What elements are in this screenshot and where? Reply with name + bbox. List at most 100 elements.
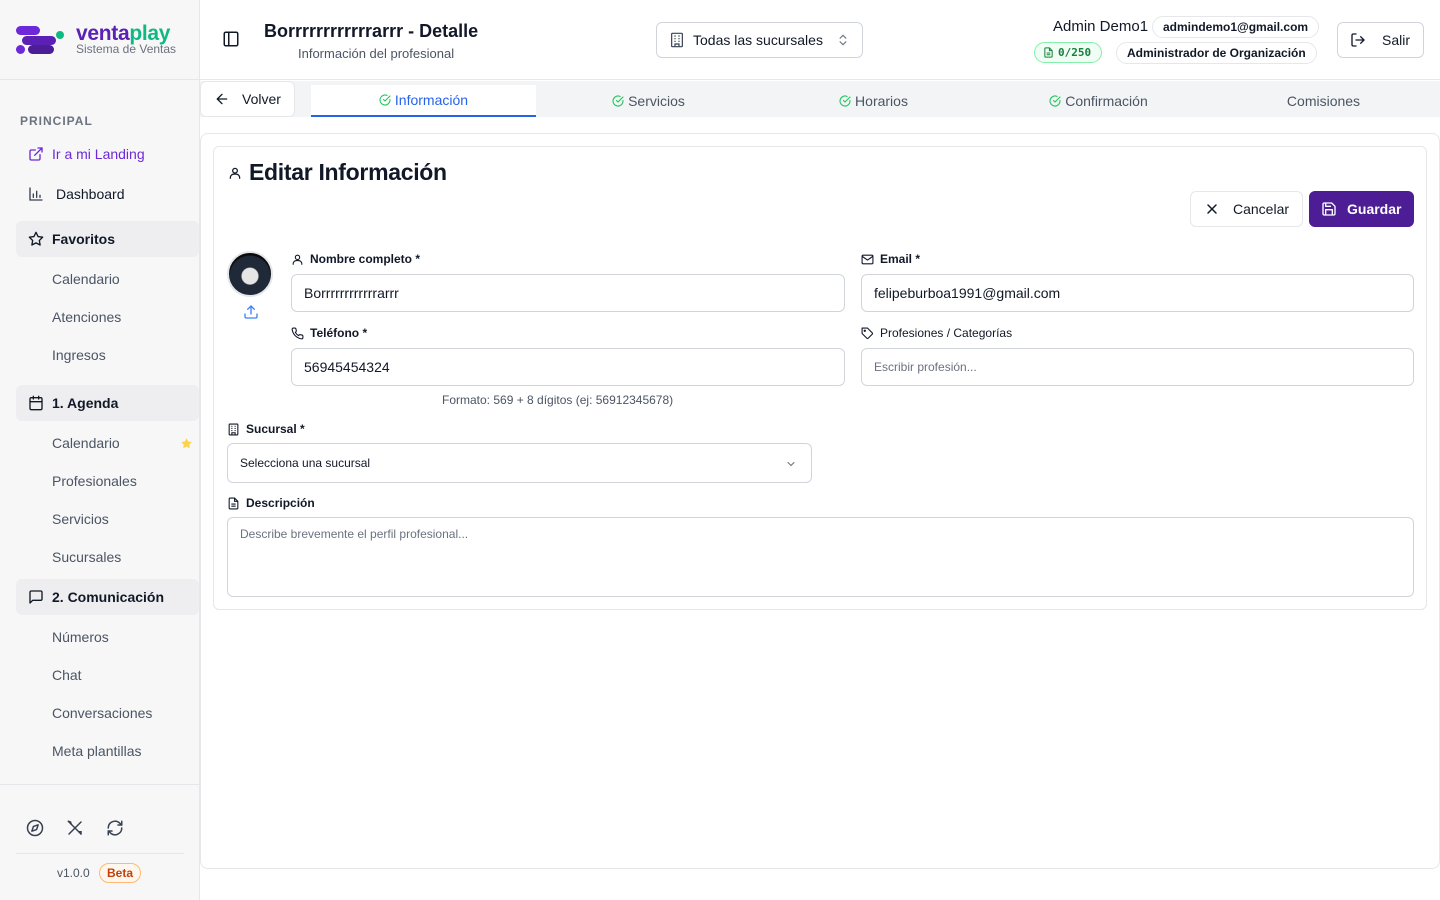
sidebar-group-label: 1. Agenda bbox=[52, 395, 119, 411]
brand-subtitle: Sistema de Ventas bbox=[76, 42, 177, 56]
compass-icon[interactable] bbox=[26, 819, 44, 837]
brand-logo-icon bbox=[16, 26, 64, 54]
external-link-icon bbox=[29, 147, 43, 161]
refresh-icon[interactable] bbox=[106, 819, 124, 837]
message-square-icon bbox=[29, 590, 43, 604]
professions-label-text: Profesiones / Categorías bbox=[880, 326, 1013, 340]
tab-comisiones[interactable]: Comisiones bbox=[1211, 85, 1436, 117]
sidebar-item-profesionales[interactable]: Profesionales bbox=[52, 473, 137, 489]
tab-servicios[interactable]: Servicios bbox=[536, 85, 761, 117]
tag-icon bbox=[861, 327, 873, 339]
save-button[interactable]: Guardar bbox=[1309, 191, 1414, 227]
phone-icon bbox=[291, 327, 304, 339]
sidebar-nav: PRINCIPAL Ir a mi Landing Dashboard Favo… bbox=[0, 100, 200, 784]
logout-button[interactable]: Salir bbox=[1337, 22, 1424, 58]
branch-label-text: Sucursal * bbox=[246, 422, 305, 436]
page-subtitle: Información del profesional bbox=[298, 46, 455, 61]
sidebar-toggle-icon[interactable] bbox=[222, 30, 240, 48]
brand-header: ventaplay Sistema de Ventas bbox=[0, 0, 200, 80]
sidebar-item-fav-ingresos[interactable]: Ingresos bbox=[52, 347, 106, 363]
cancel-label: Cancelar bbox=[1233, 201, 1290, 217]
tab-confirmacion[interactable]: Confirmación bbox=[986, 85, 1211, 117]
section-label-principal: PRINCIPAL bbox=[20, 114, 93, 128]
building-icon bbox=[671, 32, 683, 48]
beta-badge: Beta bbox=[99, 863, 142, 883]
phone-format-hint: Formato: 569 + 8 dígitos (ej: 5691234567… bbox=[442, 393, 674, 407]
sidebar-item-landing[interactable]: Ir a mi Landing bbox=[28, 146, 145, 162]
sidebar-group-comunicacion[interactable]: 2. Comunicación bbox=[16, 579, 199, 615]
sidebar-item-servicios[interactable]: Servicios bbox=[52, 511, 109, 527]
user-icon bbox=[229, 167, 241, 179]
name-field[interactable]: Borrrrrrrrrrrrarrr bbox=[291, 274, 845, 312]
description-label: Descripción bbox=[227, 496, 315, 510]
sidebar-group-favoritos[interactable]: Favoritos bbox=[16, 221, 199, 257]
save-label: Guardar bbox=[1347, 201, 1402, 217]
user-icon bbox=[292, 254, 303, 265]
check-circle-icon bbox=[839, 95, 851, 107]
tab-label: Comisiones bbox=[1286, 93, 1361, 109]
tools-icon[interactable] bbox=[66, 819, 84, 837]
branch-label: Sucursal * bbox=[227, 422, 305, 436]
tab-label: Servicios bbox=[628, 93, 685, 109]
name-label: Nombre completo * bbox=[291, 252, 420, 266]
upload-icon[interactable] bbox=[243, 304, 259, 320]
email-field[interactable]: felipeburboa1991@gmail.com bbox=[861, 274, 1414, 312]
sidebar: ventaplay Sistema de Ventas PRINCIPAL Ir… bbox=[0, 0, 200, 900]
sidebar-item-numeros[interactable]: Números bbox=[52, 629, 109, 645]
sidebar-item-label: Ir a mi Landing bbox=[52, 146, 145, 162]
version-label: v1.0.0 bbox=[57, 866, 90, 880]
tab-label: Confirmación bbox=[1065, 93, 1148, 109]
professions-input[interactable]: Escribir profesión... bbox=[861, 348, 1414, 386]
sidebar-group-agenda[interactable]: 1. Agenda bbox=[16, 385, 199, 421]
favorite-star-icon[interactable] bbox=[180, 437, 193, 450]
building-icon bbox=[228, 423, 239, 435]
sidebar-item-conversaciones[interactable]: Conversaciones bbox=[52, 705, 152, 721]
description-label-text: Descripción bbox=[246, 496, 315, 510]
branch-select[interactable]: Selecciona una sucursal bbox=[227, 443, 812, 483]
cancel-button[interactable]: Cancelar bbox=[1190, 191, 1303, 227]
file-text-icon bbox=[1044, 47, 1053, 58]
sidebar-item-fav-atenciones[interactable]: Atenciones bbox=[52, 309, 121, 325]
user-name: Admin Demo1 bbox=[1053, 18, 1149, 35]
sidebar-footer: v1.0.0 Beta bbox=[0, 784, 200, 900]
bar-chart-icon bbox=[29, 187, 43, 201]
phone-label: Teléfono * bbox=[291, 326, 367, 340]
check-circle-icon bbox=[612, 95, 624, 107]
save-icon bbox=[1322, 202, 1336, 216]
footer-divider bbox=[16, 853, 184, 854]
tab-horarios[interactable]: Horarios bbox=[761, 85, 986, 117]
check-circle-icon bbox=[1049, 95, 1061, 107]
branch-selector[interactable]: Todas las sucursales bbox=[656, 22, 863, 58]
sidebar-item-calendario[interactable]: Calendario bbox=[52, 435, 120, 451]
sidebar-group-label: Favoritos bbox=[52, 231, 116, 247]
tab-informacion[interactable]: Información bbox=[311, 85, 536, 117]
sidebar-item-fav-calendario[interactable]: Calendario bbox=[52, 271, 120, 287]
sidebar-item-label: Dashboard bbox=[56, 186, 125, 202]
credits-badge: 0/250 bbox=[1034, 42, 1103, 63]
tab-label: Información bbox=[394, 92, 469, 108]
sidebar-item-dashboard[interactable]: Dashboard bbox=[28, 186, 125, 202]
role-badge: Administrador de Organización bbox=[1116, 42, 1317, 64]
professions-label: Profesiones / Categorías bbox=[861, 326, 1012, 340]
user-email-badge: admindemo1@gmail.com bbox=[1152, 16, 1320, 38]
star-icon bbox=[28, 231, 44, 246]
sidebar-item-sucursales[interactable]: Sucursales bbox=[52, 549, 121, 565]
page-title: Borrrrrrrrrrrrarrr - Detalle bbox=[264, 21, 479, 41]
branch-select-value: Selecciona una sucursal bbox=[240, 456, 371, 470]
sidebar-group-label: 2. Comunicación bbox=[52, 589, 165, 605]
description-textarea[interactable]: Describe brevemente el perfil profesiona… bbox=[227, 517, 1414, 597]
sidebar-item-chat[interactable]: Chat bbox=[52, 667, 82, 683]
close-icon bbox=[1207, 204, 1217, 214]
arrow-left-icon bbox=[216, 93, 228, 105]
avatar bbox=[227, 251, 273, 297]
name-label-text: Nombre completo * bbox=[310, 252, 421, 266]
email-label: Email * bbox=[861, 252, 920, 266]
back-label: Volver bbox=[242, 91, 281, 107]
branch-selector-value: Todas las sucursales bbox=[693, 32, 823, 48]
sidebar-item-meta-plantillas[interactable]: Meta plantillas bbox=[52, 743, 142, 759]
back-button[interactable]: Volver bbox=[200, 81, 295, 117]
detail-tabs: Volver Información Servicios Horarios Co… bbox=[200, 81, 1440, 117]
phone-label-text: Teléfono * bbox=[310, 326, 368, 340]
check-circle-icon bbox=[379, 94, 391, 106]
phone-field[interactable]: 56945454324 bbox=[291, 348, 845, 386]
